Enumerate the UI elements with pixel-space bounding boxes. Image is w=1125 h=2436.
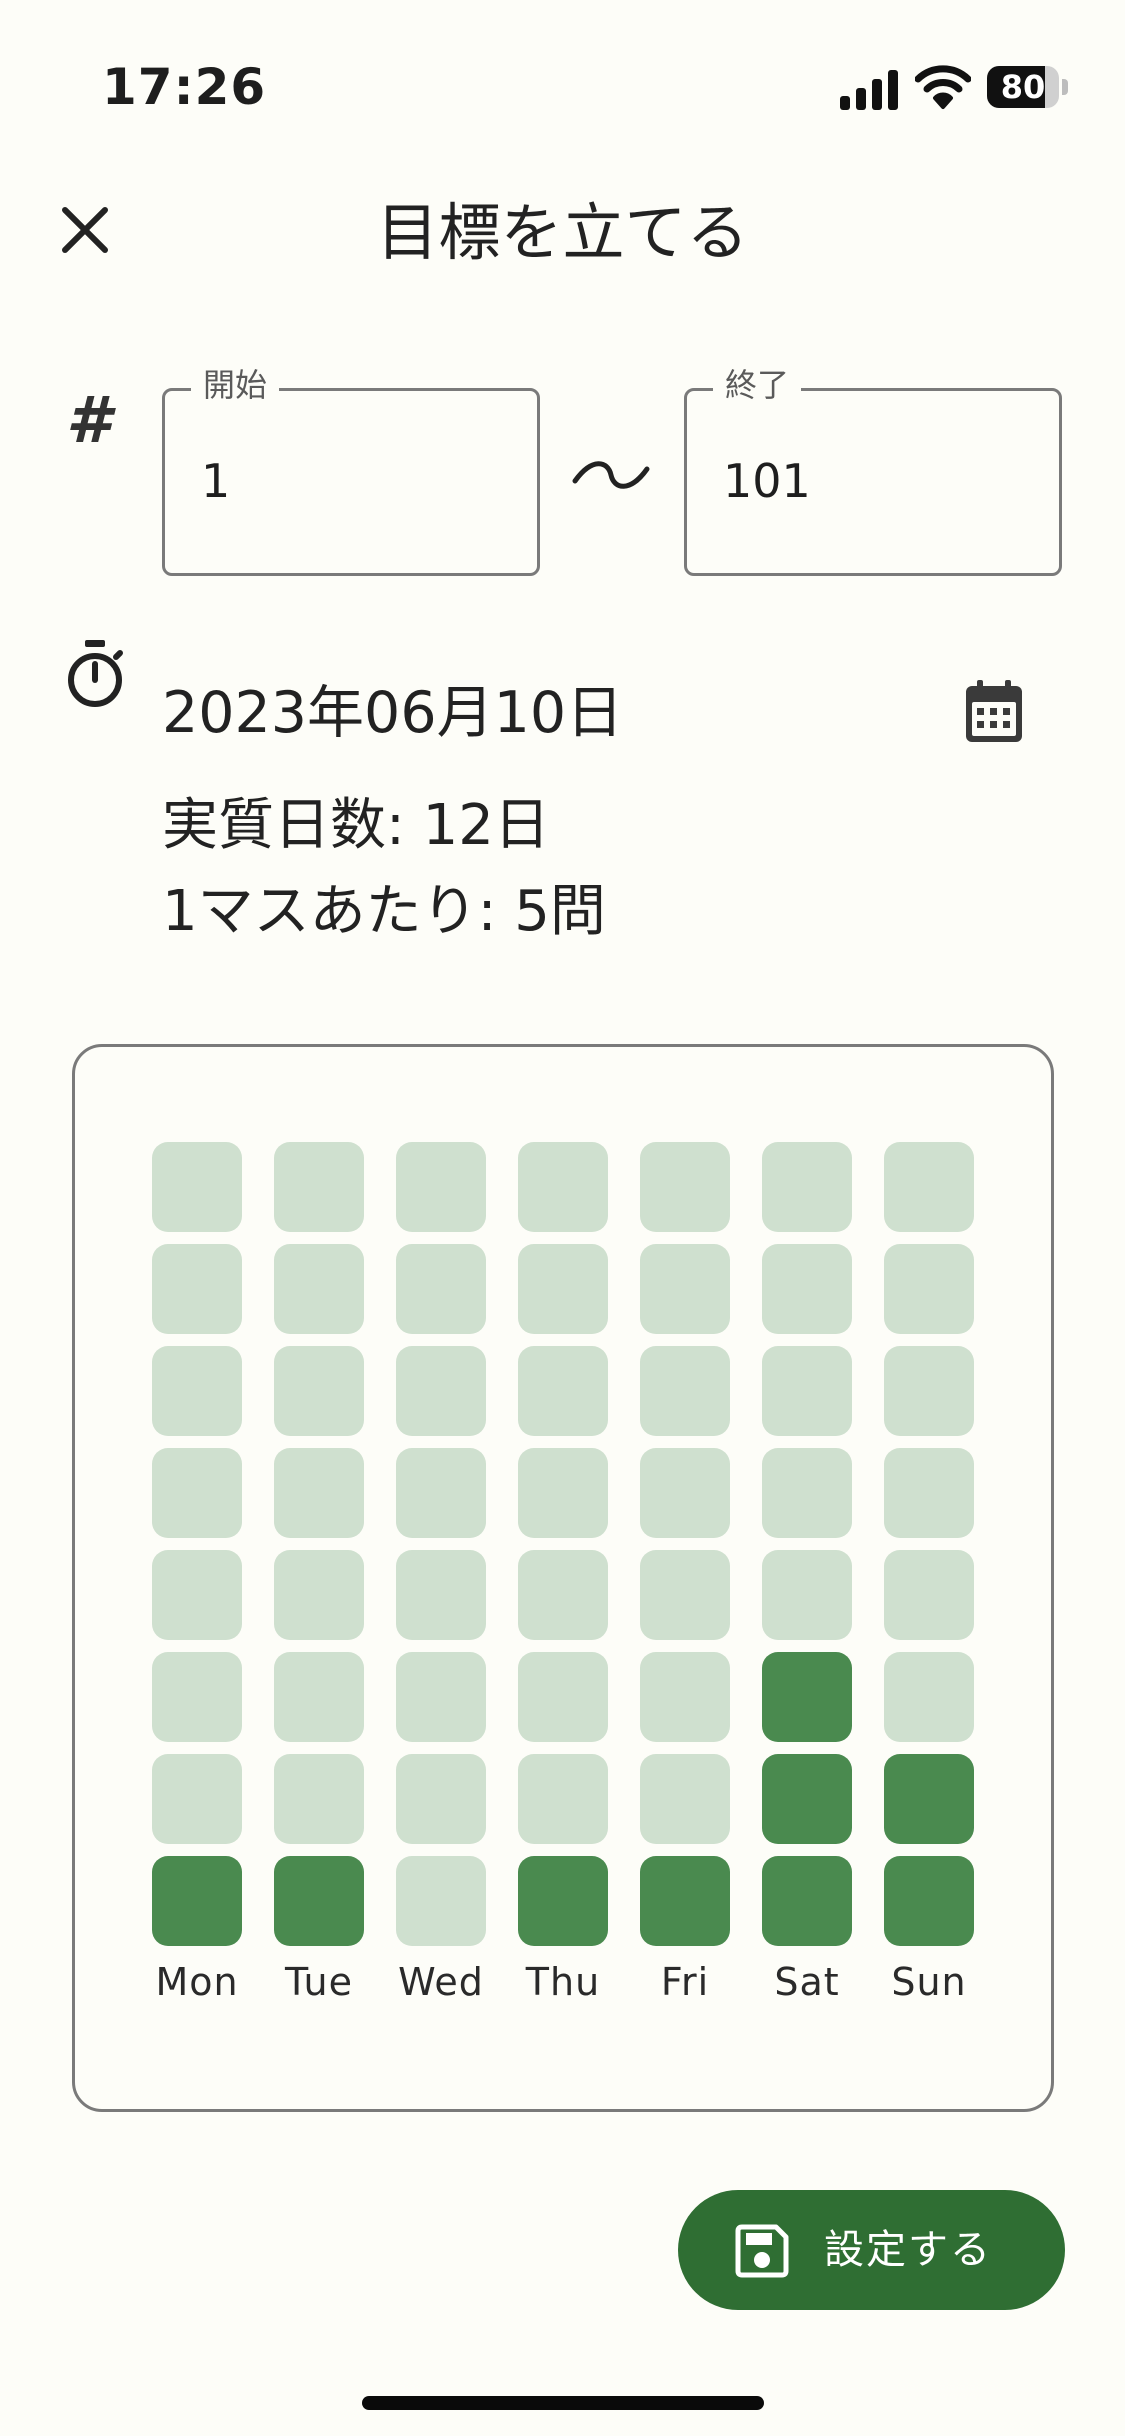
save-icon — [735, 2224, 789, 2278]
grid-cell-empty — [518, 1346, 608, 1436]
battery-icon: 80 — [987, 66, 1059, 108]
save-button[interactable]: 設定する — [678, 2190, 1065, 2310]
grid-cell-empty — [396, 1652, 486, 1742]
timer-icon — [68, 640, 123, 707]
battery-level-text: 80 — [1000, 68, 1046, 106]
grid-cell-empty — [152, 1754, 242, 1844]
signal-icon — [840, 70, 898, 110]
grid-cell-empty — [884, 1448, 974, 1538]
day-label-mon: Mon — [155, 1960, 239, 2004]
grid-cell-done — [884, 1754, 974, 1844]
grid-cell-empty — [274, 1448, 364, 1538]
grid-cell-done — [884, 1856, 974, 1946]
grid-cell-empty — [396, 1346, 486, 1436]
day-label-sat: Sat — [774, 1960, 840, 2004]
grid-cell-empty — [396, 1856, 486, 1946]
grid-cell-empty — [396, 1244, 486, 1334]
progress-grid — [152, 1142, 974, 1946]
end-field-value: 101 — [723, 454, 811, 508]
grid-cell-empty — [152, 1142, 242, 1232]
start-field-label: 開始 — [191, 365, 280, 405]
grid-cell-empty — [884, 1550, 974, 1640]
grid-cell-empty — [762, 1346, 852, 1436]
deadline-date[interactable]: 2023年06月10日 — [162, 672, 623, 754]
grid-cell-empty — [518, 1550, 608, 1640]
battery-cap — [1062, 79, 1068, 95]
grid-cell-empty — [274, 1142, 364, 1232]
wifi-icon — [915, 65, 971, 109]
grid-cell-empty — [640, 1142, 730, 1232]
grid-cell-empty — [640, 1244, 730, 1334]
day-label-wed: Wed — [398, 1960, 484, 2004]
grid-cell-empty — [884, 1652, 974, 1742]
status-time: 17:26 — [102, 58, 267, 116]
end-field-label: 終了 — [713, 365, 802, 405]
grid-cell-empty — [762, 1142, 852, 1232]
grid-cell-empty — [640, 1346, 730, 1436]
grid-cell-empty — [396, 1550, 486, 1640]
grid-cell-done — [762, 1652, 852, 1742]
battery-indicator: 80 — [987, 66, 1069, 108]
grid-cell-done — [762, 1856, 852, 1946]
save-button-label: 設定する — [824, 2227, 992, 2273]
start-field-value: 1 — [201, 454, 231, 508]
day-label-tue: Tue — [285, 1960, 353, 2004]
per-cell-text: 1マスあたり: 5問 — [162, 879, 606, 944]
grid-cell-empty — [640, 1448, 730, 1538]
page-title: 目標を立てる — [376, 196, 749, 269]
home-indicator[interactable] — [362, 2396, 764, 2410]
grid-cell-empty — [640, 1652, 730, 1742]
grid-cell-empty — [274, 1346, 364, 1436]
calendar-icon[interactable] — [963, 678, 1025, 746]
grid-cell-empty — [152, 1448, 242, 1538]
effective-days-text: 実質日数: 12日 — [162, 793, 550, 858]
grid-cell-empty — [396, 1142, 486, 1232]
day-label-fri: Fri — [660, 1960, 710, 2004]
grid-cell-empty — [762, 1550, 852, 1640]
grid-cell-empty — [152, 1652, 242, 1742]
grid-cell-empty — [884, 1142, 974, 1232]
tilde-separator — [572, 461, 650, 489]
grid-cell-done — [152, 1856, 242, 1946]
grid-cell-empty — [762, 1244, 852, 1334]
grid-cell-empty — [152, 1346, 242, 1436]
grid-cell-empty — [762, 1448, 852, 1538]
grid-cell-empty — [274, 1652, 364, 1742]
grid-cell-empty — [518, 1244, 608, 1334]
grid-cell-empty — [884, 1244, 974, 1334]
day-label-thu: Thu — [525, 1960, 601, 2004]
grid-cell-done — [640, 1856, 730, 1946]
grid-cell-done — [518, 1856, 608, 1946]
grid-cell-empty — [518, 1448, 608, 1538]
day-label-sun: Sun — [891, 1960, 967, 2004]
grid-cell-empty — [640, 1550, 730, 1640]
grid-cell-done — [762, 1754, 852, 1844]
grid-cell-empty — [518, 1652, 608, 1742]
grid-cell-empty — [396, 1448, 486, 1538]
grid-cell-empty — [518, 1142, 608, 1232]
grid-cell-empty — [396, 1754, 486, 1844]
grid-cell-empty — [274, 1754, 364, 1844]
start-field[interactable]: 開始 1 — [162, 365, 540, 576]
end-field[interactable]: 終了 101 — [684, 365, 1062, 576]
grid-cell-done — [274, 1856, 364, 1946]
grid-cell-empty — [518, 1754, 608, 1844]
grid-cell-empty — [640, 1754, 730, 1844]
progress-grid-card: Mon Tue Wed Thu Fri Sat Sun — [72, 1044, 1054, 2112]
grid-cell-empty — [884, 1346, 974, 1436]
grid-cell-empty — [274, 1244, 364, 1334]
grid-cell-empty — [152, 1550, 242, 1640]
day-labels: Mon Tue Wed Thu Fri Sat Sun — [152, 1957, 974, 2007]
grid-cell-empty — [152, 1244, 242, 1334]
grid-cell-empty — [274, 1550, 364, 1640]
hash-icon: # — [66, 384, 111, 458]
